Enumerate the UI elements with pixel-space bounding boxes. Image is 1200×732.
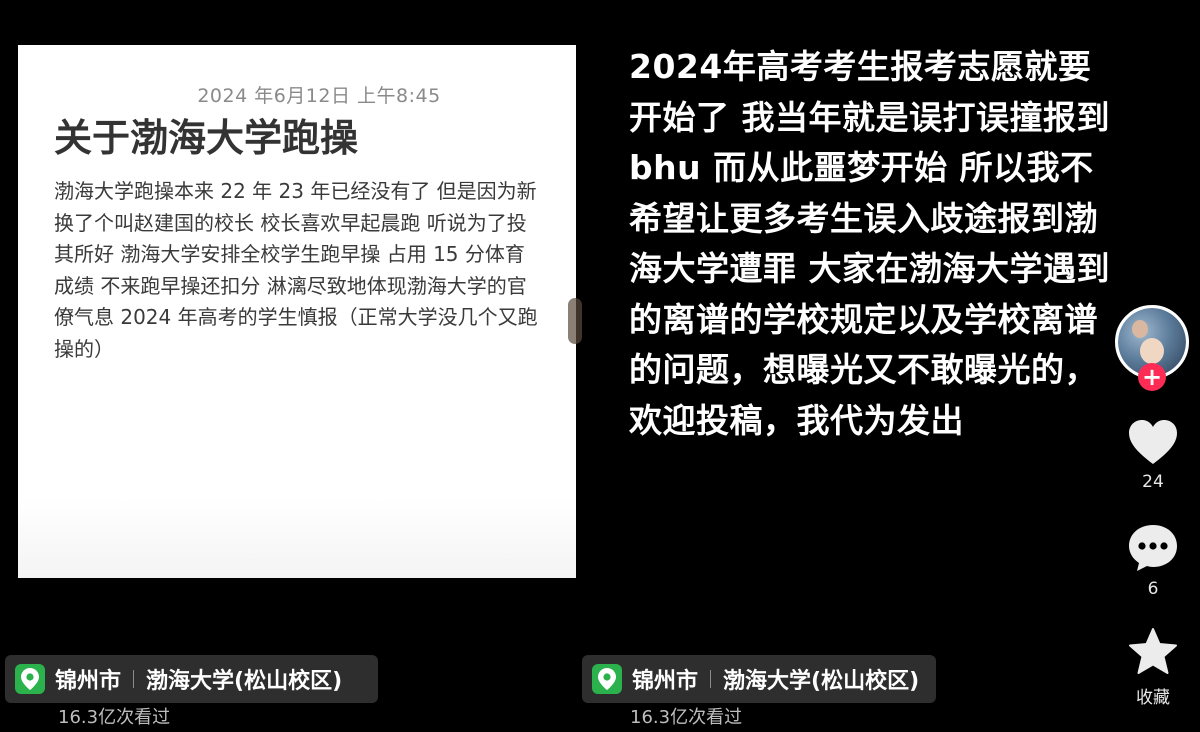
carousel-edge-indicator bbox=[568, 298, 582, 344]
note-body: 渤海大学跑操本来 22 年 23 年已经没有了 但是因为新换了个叫赵建国的校长 … bbox=[54, 179, 538, 361]
like-button[interactable]: 24 bbox=[1115, 418, 1191, 492]
location-chip-left[interactable]: 锦州市 渤海大学(松山校区) bbox=[5, 655, 378, 703]
view-count-left: 16.3亿次看过 bbox=[58, 707, 171, 728]
video-caption: 2024年高考考生报考志愿就要开始了 我当年就是误打误撞报到bhu 而从此噩梦开… bbox=[629, 47, 1110, 440]
favorite-button[interactable]: 收藏 bbox=[1115, 627, 1191, 708]
note-image-card[interactable]: 2024 年6月12日 上午8:45 关于渤海大学跑操 渤海大学跑操本来 22 … bbox=[18, 45, 576, 578]
comment-button[interactable]: 6 bbox=[1115, 523, 1191, 599]
location-chip-right[interactable]: 锦州市 渤海大学(松山校区) bbox=[582, 655, 936, 703]
location-place: 渤海大学(松山校区) bbox=[723, 669, 920, 694]
location-city: 锦州市 bbox=[632, 669, 699, 694]
star-icon bbox=[1129, 628, 1177, 674]
location-separator bbox=[133, 670, 135, 688]
location-separator bbox=[710, 670, 712, 688]
like-count: 24 bbox=[1142, 472, 1164, 492]
view-count-right: 16.3亿次看过 bbox=[630, 707, 743, 728]
heart-icon bbox=[1129, 420, 1177, 464]
location-city: 锦州市 bbox=[55, 669, 122, 694]
note-date: 2024 年6月12日 上午8:45 bbox=[197, 85, 441, 107]
location-pin-icon bbox=[592, 664, 622, 694]
follow-plus-icon[interactable]: + bbox=[1138, 363, 1166, 391]
comment-bubble-icon bbox=[1129, 525, 1177, 571]
comment-count: 6 bbox=[1147, 579, 1159, 599]
location-place: 渤海大学(松山校区) bbox=[146, 669, 343, 694]
note-title: 关于渤海大学跑操 bbox=[54, 116, 359, 160]
favorite-label: 收藏 bbox=[1136, 688, 1170, 708]
location-pin-icon bbox=[15, 664, 45, 694]
